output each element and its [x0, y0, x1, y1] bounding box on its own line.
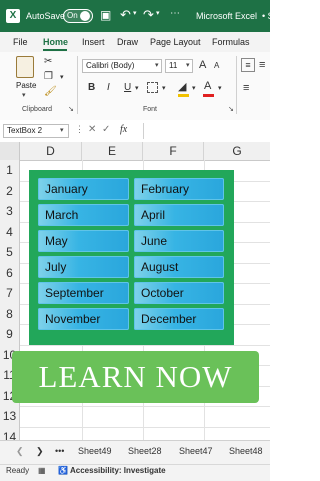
- more-sheets-button[interactable]: •••: [55, 446, 64, 456]
- column-header-e[interactable]: E: [82, 142, 143, 160]
- prev-sheet-icon[interactable]: ❮: [16, 446, 24, 457]
- font-color-icon[interactable]: A: [204, 80, 211, 92]
- paste-label[interactable]: Paste: [16, 81, 36, 90]
- chevron-down-icon[interactable]: ▾: [218, 84, 222, 92]
- gridline: [20, 426, 270, 428]
- next-sheet-icon[interactable]: ❯: [36, 446, 44, 457]
- month-cell: February: [134, 178, 224, 200]
- redo-icon[interactable]: ↷: [143, 7, 154, 23]
- clipboard-group-label: Clipboard: [22, 106, 52, 113]
- row-header[interactable]: 9: [0, 324, 20, 345]
- more-options-icon[interactable]: ⋮: [75, 124, 84, 135]
- column-header-g[interactable]: G: [204, 142, 270, 160]
- fill-color-bar: [178, 94, 189, 97]
- format-painter-icon[interactable]: 🖌: [44, 86, 57, 97]
- sheet-tab[interactable]: Sheet47: [179, 446, 213, 456]
- sheet-tab[interactable]: Sheet48: [229, 446, 263, 456]
- tab-formulas[interactable]: Formulas: [212, 37, 250, 47]
- month-cell: December: [134, 308, 224, 330]
- undo-icon[interactable]: ↶: [120, 7, 131, 23]
- align-left-icon[interactable]: ≡: [243, 82, 249, 94]
- month-cell: January: [38, 178, 129, 200]
- month-cell: August: [134, 256, 224, 278]
- month-cell: June: [134, 230, 224, 252]
- chevron-down-icon[interactable]: ▾: [135, 84, 139, 92]
- enter-icon[interactable]: ✓: [102, 124, 110, 135]
- borders-icon[interactable]: [147, 82, 158, 93]
- cut-icon[interactable]: ✂: [44, 56, 52, 67]
- chevron-down-icon[interactable]: ▾: [155, 61, 159, 69]
- autosave-toggle-label: On: [67, 11, 78, 20]
- row-header[interactable]: 4: [0, 221, 20, 242]
- accessibility-status[interactable]: Accessibility: Investigate: [70, 466, 166, 475]
- copy-icon[interactable]: ❐: [44, 71, 53, 82]
- row-header[interactable]: 5: [0, 242, 20, 263]
- select-all-corner[interactable]: [0, 142, 20, 160]
- chevron-down-icon[interactable]: ▾: [192, 84, 196, 92]
- dialog-launcher-icon[interactable]: ↘: [68, 105, 74, 113]
- autosave-label: AutoSave: [26, 11, 66, 21]
- chevron-down-icon[interactable]: ▾: [162, 84, 166, 92]
- month-cell: May: [38, 230, 129, 252]
- sheet-tab[interactable]: Sheet49: [78, 446, 112, 456]
- row-header[interactable]: 2: [0, 180, 20, 201]
- sheet-tab[interactable]: Sheet28: [128, 446, 162, 456]
- toggle-knob: [80, 11, 90, 21]
- clipboard-icon[interactable]: [16, 56, 34, 78]
- more-icon[interactable]: ⋯: [170, 8, 180, 19]
- row-header[interactable]: 6: [0, 262, 20, 283]
- align-middle-icon[interactable]: ≡: [259, 59, 265, 71]
- paste-dropdown-icon[interactable]: ▾: [22, 91, 26, 99]
- app-title: Microsoft Excel: [196, 11, 258, 21]
- cancel-icon[interactable]: ✕: [88, 124, 96, 135]
- status-ready: Ready: [6, 466, 30, 475]
- dialog-launcher-icon[interactable]: ↘: [228, 105, 234, 113]
- tab-file[interactable]: File: [13, 37, 28, 47]
- title-tail: • Sa: [262, 11, 279, 21]
- row-header[interactable]: 8: [0, 303, 20, 324]
- month-cell: October: [134, 282, 224, 304]
- font-group-label: Font: [143, 106, 158, 113]
- excel-logo-icon: X: [6, 9, 20, 23]
- chevron-down-icon[interactable]: ▾: [133, 9, 137, 17]
- month-cell: April: [134, 204, 224, 226]
- ribbon-separator: [236, 56, 237, 114]
- chevron-down-icon[interactable]: ▾: [156, 9, 160, 17]
- font-name-select[interactable]: Calibri (Body): [82, 59, 162, 73]
- tab-insert[interactable]: Insert: [82, 37, 105, 47]
- italic-button[interactable]: I: [107, 82, 110, 93]
- chevron-down-icon[interactable]: ▾: [60, 126, 64, 134]
- formula-input[interactable]: [143, 123, 271, 139]
- insert-function-button[interactable]: fx: [120, 124, 127, 135]
- align-top-icon[interactable]: ≡: [241, 58, 255, 72]
- ribbon-separator: [77, 56, 78, 114]
- row-header[interactable]: 3: [0, 201, 20, 222]
- accessibility-icon[interactable]: ♿: [58, 466, 68, 475]
- month-cell: September: [38, 282, 129, 304]
- font-color-bar: [203, 94, 214, 97]
- underline-button[interactable]: U: [124, 82, 131, 93]
- bold-button[interactable]: B: [88, 82, 95, 93]
- active-tab-indicator: [43, 49, 67, 51]
- calc-mode-icon[interactable]: ▦: [38, 466, 46, 475]
- fill-color-icon[interactable]: ◢: [178, 80, 186, 93]
- column-header-d[interactable]: D: [20, 142, 82, 160]
- gridline: [20, 406, 270, 407]
- tab-home[interactable]: Home: [43, 37, 68, 47]
- grow-font-icon[interactable]: A: [199, 59, 206, 71]
- row-header[interactable]: 7: [0, 283, 20, 304]
- column-header-f[interactable]: F: [143, 142, 204, 160]
- chevron-down-icon[interactable]: ▾: [60, 73, 64, 81]
- save-icon[interactable]: ▣: [100, 8, 111, 22]
- learn-now-banner[interactable]: LEARN NOW: [12, 351, 259, 403]
- tab-draw[interactable]: Draw: [117, 37, 138, 47]
- row-header[interactable]: 13: [0, 406, 20, 427]
- row-header[interactable]: 1: [0, 160, 20, 181]
- shrink-font-icon[interactable]: A: [214, 61, 219, 70]
- tab-page-layout[interactable]: Page Layout: [150, 37, 201, 47]
- month-cell: March: [38, 204, 129, 226]
- month-cell: November: [38, 308, 129, 330]
- month-cell: July: [38, 256, 129, 278]
- chevron-down-icon[interactable]: ▾: [186, 61, 190, 69]
